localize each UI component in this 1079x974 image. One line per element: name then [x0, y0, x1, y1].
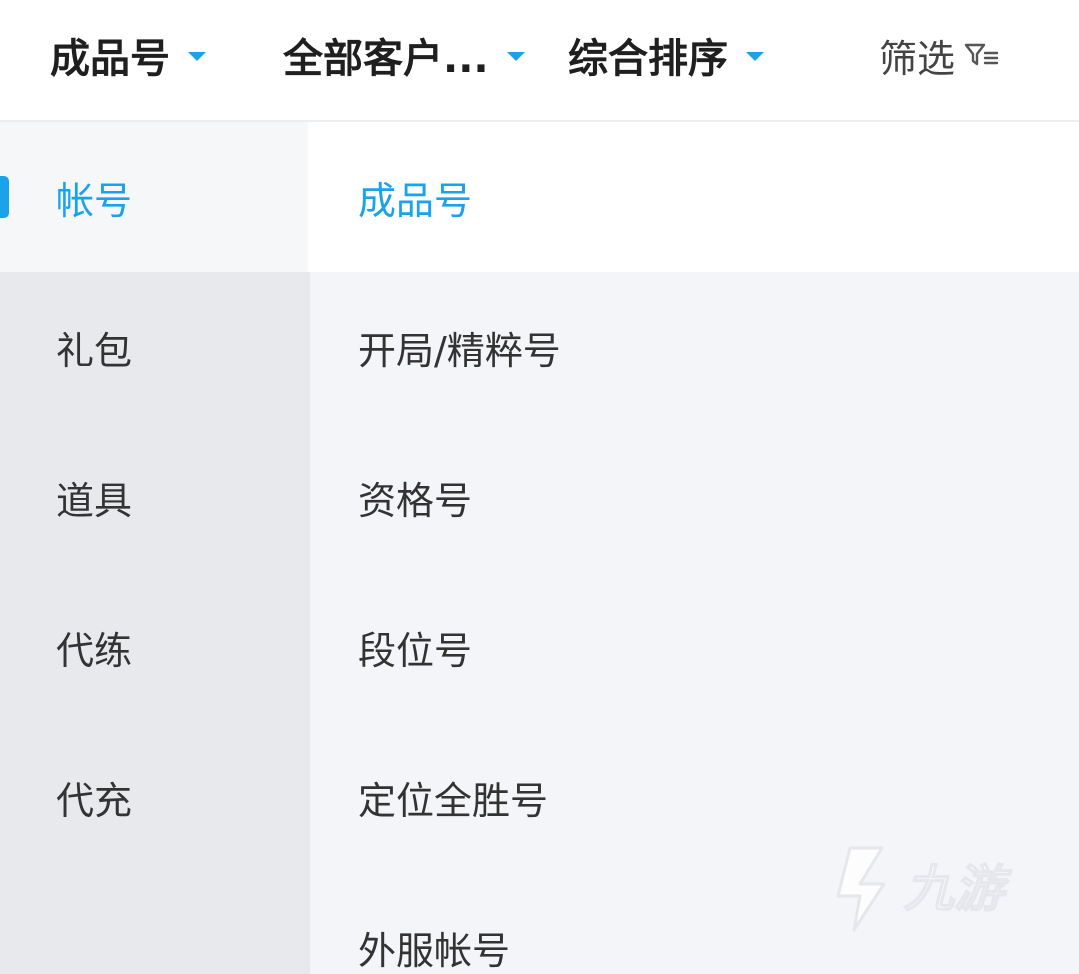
jiuyou-logo-icon: 九游 [836, 846, 1013, 932]
sidebar-item-label: 代练 [56, 628, 133, 673]
subcategory-item-label: 资格号 [358, 478, 473, 523]
sidebar-item-boosting[interactable]: 代练 [0, 572, 310, 722]
sidebar-item-account[interactable]: 帐号 [0, 122, 310, 272]
sidebar-item-topup[interactable]: 代充 [0, 722, 310, 872]
sidebar-item-label: 礼包 [56, 328, 133, 373]
subcategory-item-label: 段位号 [358, 628, 473, 673]
subcategory-item-label: 开局/精粹号 [358, 328, 561, 373]
filter-product-type[interactable]: 成品号 [50, 0, 206, 110]
filter-bar: 成品号 全部客户... 综合排序 筛选 [0, 0, 1079, 122]
filter-sort[interactable]: 综合排序 [568, 0, 764, 110]
category-filter-page: 成品号 全部客户... 综合排序 筛选 帐号 礼包 道具 代练 代充 成品号 开… [0, 0, 1079, 974]
filter-sort-label: 综合排序 [568, 36, 728, 82]
subcategory-item-qualification[interactable]: 资格号 [316, 422, 1079, 572]
sidebar-item-label: 帐号 [56, 178, 133, 223]
filter-funnel-icon [964, 43, 999, 66]
sidebar-item-props[interactable]: 道具 [0, 422, 310, 572]
subcategory-item-rank[interactable]: 段位号 [316, 572, 1079, 722]
subcategory-item-label: 外服帐号 [358, 928, 511, 973]
active-indicator [0, 176, 9, 218]
subcategory-item-label: 定位全胜号 [358, 778, 549, 823]
sidebar-item-giftpack[interactable]: 礼包 [0, 272, 310, 422]
sidebar-item-label: 道具 [56, 478, 133, 523]
screen-button[interactable]: 筛选 [879, 0, 1001, 110]
subcategory-item-label: 成品号 [358, 178, 473, 223]
caret-down-icon [746, 51, 764, 61]
subcategory-item-finished[interactable]: 成品号 [308, 122, 1079, 272]
filter-customer[interactable]: 全部客户... [283, 0, 525, 110]
caret-down-icon [188, 51, 206, 61]
caret-down-icon [506, 51, 525, 61]
filter-product-type-label: 成品号 [50, 36, 170, 82]
watermark-text: 九游 [904, 861, 1012, 917]
screen-button-label: 筛选 [879, 36, 956, 81]
category-sidebar: 帐号 礼包 道具 代练 代充 [0, 122, 310, 974]
sidebar-item-label: 代充 [56, 778, 133, 823]
filter-customer-label: 全部客户... [283, 36, 489, 82]
subcategory-item-starter[interactable]: 开局/精粹号 [316, 272, 1079, 422]
